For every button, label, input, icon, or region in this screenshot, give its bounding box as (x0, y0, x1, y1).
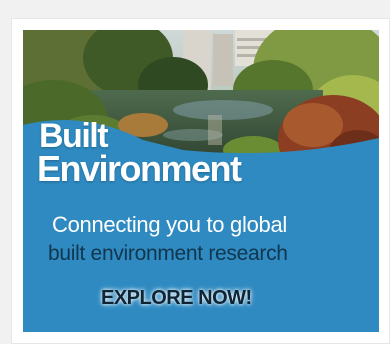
brand-logo-line2: Environment (37, 148, 242, 190)
built-environment-banner-ad[interactable]: Built Environment Connecting you to glob… (23, 30, 379, 332)
brand-logo: Built Environment (37, 119, 242, 190)
tagline-line2: built environment research (48, 242, 288, 265)
tagline-line1: Connecting you to global (52, 212, 287, 237)
explore-now-button[interactable]: EXPLORE NOW! (101, 287, 252, 310)
